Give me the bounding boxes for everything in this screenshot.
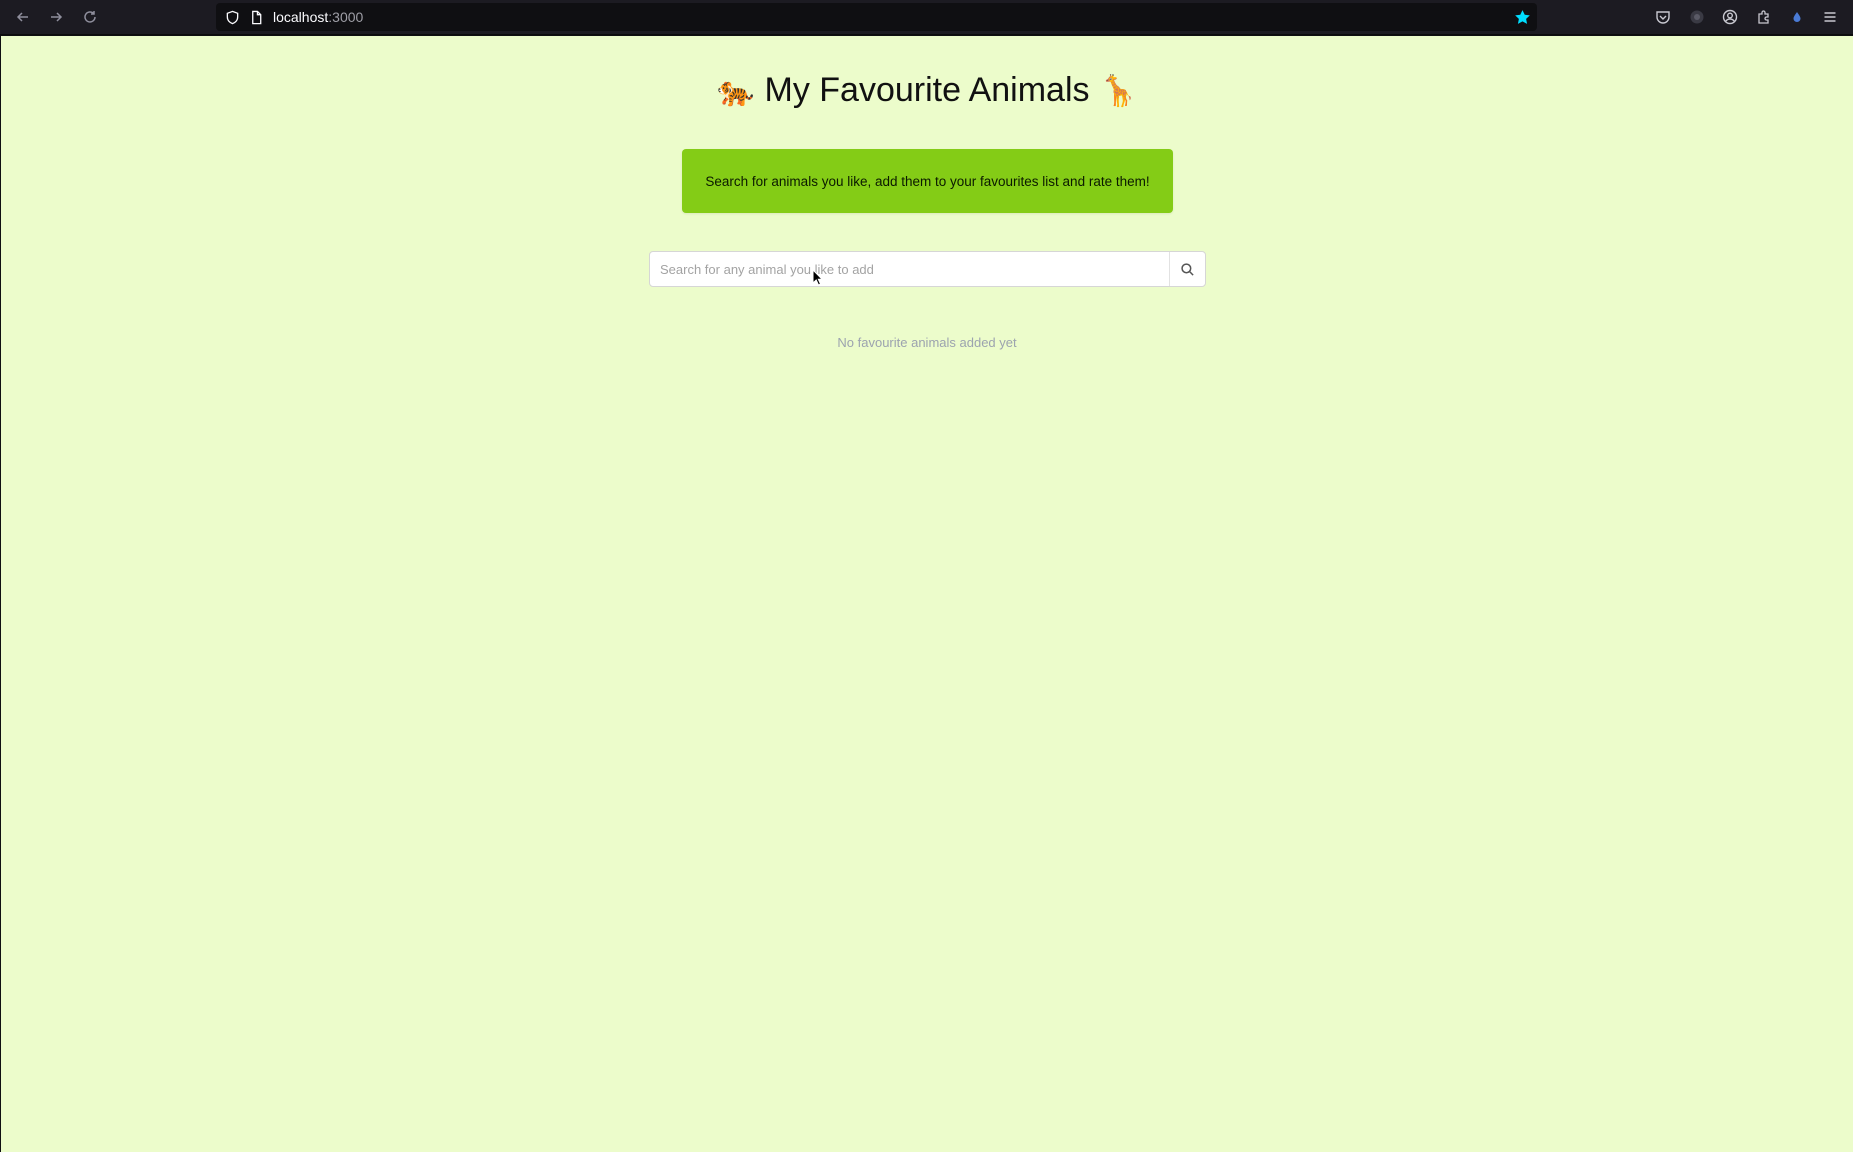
search-button[interactable] (1169, 252, 1205, 286)
account-icon (1722, 9, 1738, 25)
menu-hamburger-icon (1824, 12, 1836, 22)
search-box (649, 251, 1206, 287)
url-bar[interactable]: localhost:3000 (216, 3, 1537, 31)
giraffe-emoji: 🦒 (1099, 75, 1137, 109)
extension-drop-button[interactable] (1788, 8, 1806, 26)
pocket-icon (1656, 11, 1670, 24)
magnifier-icon (1181, 262, 1194, 276)
forward-arrow-icon (51, 12, 63, 22)
reload-button[interactable] (78, 6, 102, 28)
page-title: 🐅 My Favourite Animals 🦒 (1, 66, 1853, 116)
extension-drop-icon (1793, 12, 1801, 22)
search-input[interactable] (650, 252, 1169, 286)
url-text[interactable]: localhost:3000 (273, 9, 363, 25)
extension-icon (1690, 10, 1704, 24)
menu-button[interactable] (1821, 8, 1839, 26)
pocket-button[interactable] (1654, 8, 1672, 26)
url-host: localhost (273, 9, 329, 25)
page-icon (248, 9, 264, 25)
bookmark-star-icon[interactable] (1514, 9, 1531, 26)
reload-icon (84, 11, 96, 23)
browser-toolbar: localhost:3000 (0, 0, 1853, 35)
banner-text: Search for animals you like, add them to… (705, 173, 1150, 189)
extensions-button[interactable] (1755, 8, 1773, 26)
forward-button[interactable] (44, 6, 68, 28)
back-arrow-icon (16, 12, 28, 22)
empty-favourites-message: No favourite animals added yet (837, 335, 1017, 350)
account-button[interactable] (1721, 8, 1739, 26)
back-button[interactable] (11, 6, 35, 28)
tracking-shield-icon[interactable] (224, 9, 240, 25)
page-viewport: 🐅 My Favourite Animals 🦒 Search for animal… (1, 36, 1853, 1152)
url-port: :3000 (328, 9, 364, 25)
instructions-banner: Search for animals you like, add them to… (682, 149, 1173, 213)
page-title-text: My Favourite Animals (764, 71, 1090, 109)
tiger-emoji: 🐅 (717, 75, 755, 109)
extensions-puzzle-icon (1758, 10, 1769, 24)
extension-button[interactable] (1688, 8, 1706, 26)
mouse-cursor-icon (812, 269, 824, 286)
